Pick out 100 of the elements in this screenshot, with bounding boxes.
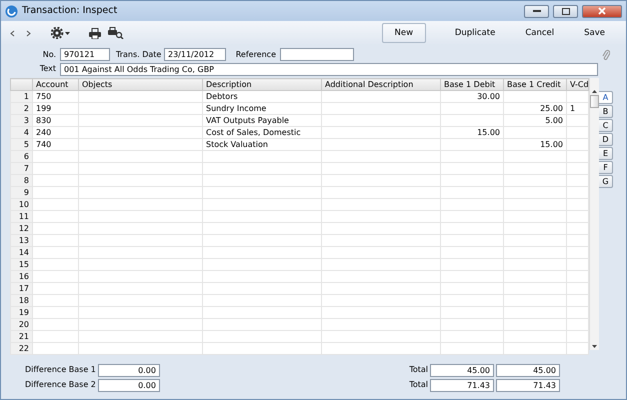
table-cell <box>32 234 78 246</box>
close-icon <box>598 7 606 15</box>
table-cell <box>32 258 78 270</box>
column-header[interactable]: Base 1 Debit <box>440 78 504 90</box>
table-cell <box>32 174 78 186</box>
table-cell <box>440 138 504 150</box>
field-label: Reference <box>234 48 277 60</box>
row-number: 17 <box>10 282 32 294</box>
table-cell: 750 <box>32 90 78 102</box>
table-cell <box>440 342 504 354</box>
column-header[interactable]: Base 1 Credit <box>504 78 566 90</box>
column-header[interactable]: Objects <box>78 78 202 90</box>
row-number: 20 <box>10 318 32 330</box>
paperclip-icon[interactable] <box>602 48 610 60</box>
row-number: 5 <box>10 138 32 150</box>
table-cell <box>32 330 78 342</box>
input-field[interactable]: 970121 <box>60 48 110 61</box>
table-cell: 15.00 <box>504 138 566 150</box>
table-cell <box>440 174 504 186</box>
header-cell <box>10 78 32 90</box>
back-icon[interactable] <box>10 30 16 36</box>
table-cell <box>504 306 566 318</box>
field-label: Total <box>409 379 428 391</box>
column-header[interactable]: V-Cd <box>566 78 588 90</box>
table-cell <box>504 234 566 246</box>
input-field[interactable]: 0.00 <box>98 378 160 392</box>
column-header[interactable]: Account <box>32 78 78 90</box>
table-cell <box>440 210 504 222</box>
side-tab[interactable]: A <box>599 91 613 104</box>
input-field[interactable]: 71.43 <box>496 378 560 392</box>
row-number: 21 <box>10 330 32 342</box>
minimize-icon <box>532 9 540 13</box>
table-cell <box>504 186 566 198</box>
field-label: Difference Base 1 <box>25 364 96 376</box>
table-cell <box>32 306 78 318</box>
scroll-up-icon[interactable] <box>592 90 597 93</box>
table-cell <box>504 222 566 234</box>
input-field[interactable]: 45.00 <box>430 364 494 376</box>
row-number: 15 <box>10 258 32 270</box>
row-number: 18 <box>10 294 32 306</box>
row-number: 8 <box>10 174 32 186</box>
scroll-down-icon[interactable] <box>592 345 597 348</box>
row-number: 6 <box>10 150 32 162</box>
settings-icon[interactable] <box>51 27 71 39</box>
table-cell <box>504 174 566 186</box>
row-number: 16 <box>10 270 32 282</box>
row-number: 13 <box>10 234 32 246</box>
input-field[interactable]: 001 Against All Odds Trading Co, GBP <box>60 62 598 76</box>
scroll-thumb[interactable] <box>590 95 599 108</box>
table-cell <box>32 150 78 162</box>
row-number: 7 <box>10 162 32 174</box>
input-field[interactable] <box>280 48 354 61</box>
field-label: Difference Base 2 <box>25 379 96 391</box>
maximize-button[interactable] <box>553 4 578 18</box>
side-tab[interactable]: C <box>599 119 613 132</box>
input-field[interactable]: 0.00 <box>98 364 160 376</box>
table-cell <box>504 258 566 270</box>
table-cell: 830 <box>32 114 78 126</box>
table-cell <box>440 102 504 114</box>
table-cell <box>504 150 566 162</box>
print-icon[interactable] <box>89 28 101 38</box>
forward-icon[interactable] <box>25 30 31 36</box>
table-cell <box>440 150 504 162</box>
side-tab[interactable]: E <box>599 147 613 160</box>
input-field[interactable]: 71.43 <box>430 378 494 392</box>
row-number: 12 <box>10 222 32 234</box>
scrollbar[interactable] <box>589 78 599 350</box>
table-cell <box>32 186 78 198</box>
table-cell <box>32 342 78 354</box>
side-tab[interactable]: D <box>599 133 613 146</box>
row-number: 22 <box>10 342 32 354</box>
table-cell <box>440 270 504 282</box>
column-header[interactable]: Additional Description <box>322 78 440 90</box>
side-tab[interactable]: G <box>599 175 613 188</box>
table-cell <box>504 318 566 330</box>
input-field[interactable]: 23/11/2012 <box>164 48 226 61</box>
table-cell <box>440 114 504 126</box>
side-tab[interactable]: F <box>599 161 613 174</box>
input-field[interactable]: 45.00 <box>496 364 560 376</box>
side-tab[interactable]: B <box>599 105 613 118</box>
table-cell <box>504 210 566 222</box>
toolbar-button[interactable]: New <box>382 23 426 43</box>
minimize-button[interactable] <box>524 4 549 18</box>
table-cell: Cost of Sales, Domestic <box>202 126 322 138</box>
table-cell: 240 <box>32 126 78 138</box>
column-header[interactable]: Description <box>202 78 322 90</box>
close-button[interactable] <box>582 4 622 18</box>
row-number: 4 <box>10 126 32 138</box>
table-cell <box>504 198 566 210</box>
print-preview-icon[interactable] <box>108 27 124 39</box>
field-label: Total <box>409 364 428 376</box>
toolbar-button[interactable]: Cancel <box>510 23 570 43</box>
row-number: 9 <box>10 186 32 198</box>
table-cell <box>440 282 504 294</box>
table-cell <box>504 330 566 342</box>
toolbar-button[interactable]: Save <box>569 23 620 43</box>
toolbar-button[interactable]: Duplicate <box>440 23 510 43</box>
row-number: 19 <box>10 306 32 318</box>
table-cell: Debtors <box>202 90 322 102</box>
table-cell <box>32 282 78 294</box>
